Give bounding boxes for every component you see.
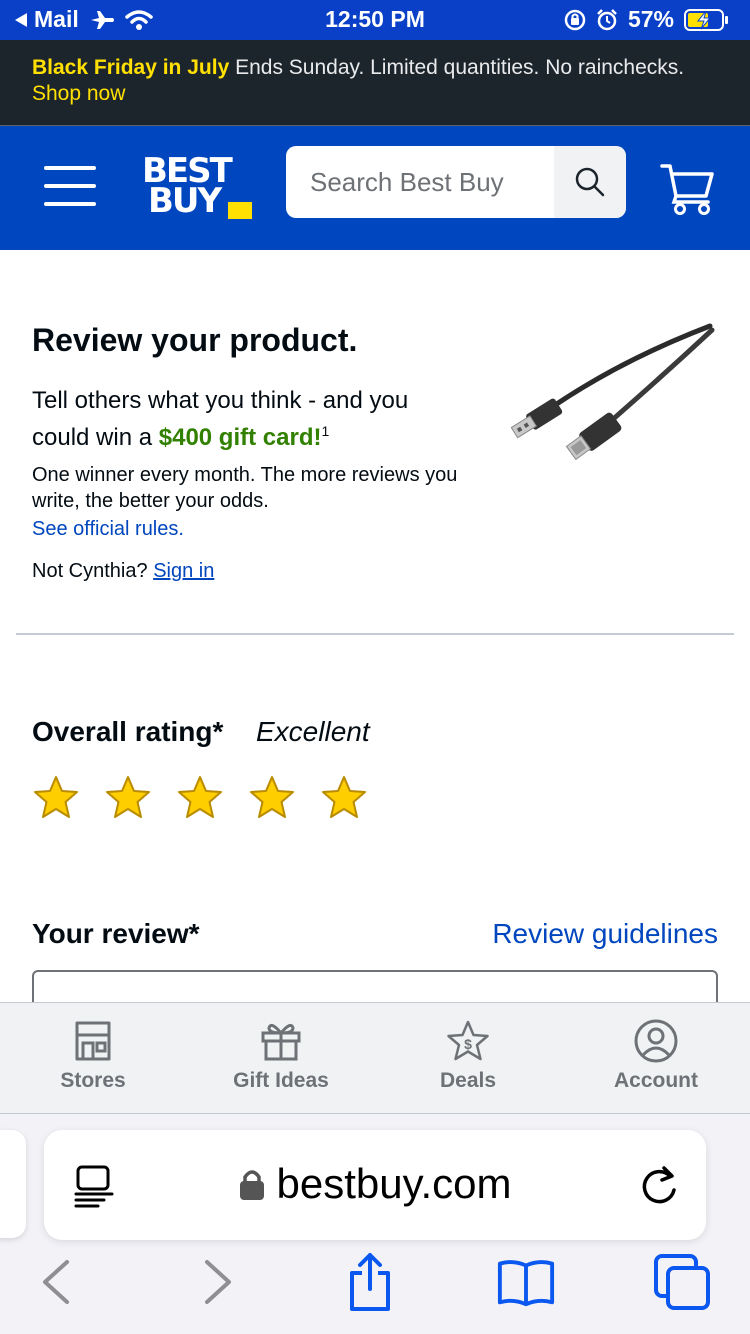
nav-item-stores[interactable]: Stores xyxy=(18,1019,168,1093)
browser-back-button[interactable] xyxy=(26,1252,86,1312)
review-description: Tell others what you think - and you cou… xyxy=(32,386,472,453)
nav-item-account[interactable]: Account xyxy=(581,1019,731,1093)
promo-highlight: Black Friday in July xyxy=(32,56,230,79)
search-input[interactable] xyxy=(286,146,554,218)
gift-icon xyxy=(261,1023,301,1061)
shop-now-link[interactable]: Shop now xyxy=(32,82,125,105)
store-icon xyxy=(75,1021,111,1061)
share-icon xyxy=(350,1253,390,1311)
url-display[interactable]: bestbuy.com xyxy=(44,1160,706,1211)
cart-icon xyxy=(660,164,714,215)
nav-label-gift-ideas: Gift Ideas xyxy=(233,1069,329,1092)
lock-icon xyxy=(239,1170,264,1200)
book-icon xyxy=(497,1260,555,1307)
your-review-label: Your review* xyxy=(32,918,200,949)
gift-card-highlight: $400 gift card! xyxy=(158,424,322,451)
browser-forward-button[interactable] xyxy=(188,1252,248,1312)
star-icon[interactable] xyxy=(32,774,80,822)
menu-icon xyxy=(44,166,96,170)
battery-charging-icon xyxy=(684,8,728,31)
footnote-marker: 1 xyxy=(321,423,330,439)
review-guidelines-link[interactable]: Review guidelines xyxy=(492,918,718,950)
nav-item-gift-ideas[interactable]: Gift Ideas xyxy=(206,1019,356,1093)
reload-icon[interactable] xyxy=(640,1164,680,1208)
alarm-icon xyxy=(597,8,617,30)
best-buy-logo[interactable]: BEST BUY xyxy=(142,154,254,221)
chevron-right-icon xyxy=(205,1260,231,1304)
tabs-button[interactable] xyxy=(652,1252,712,1312)
logo-line2: BUY xyxy=(148,181,222,221)
not-user-line: Not Cynthia? Sign in xyxy=(32,560,214,583)
tabs-icon xyxy=(654,1254,710,1310)
search-box xyxy=(286,146,626,218)
search-icon xyxy=(575,167,605,197)
battery-percent: 57% xyxy=(627,6,674,32)
promo-text: Ends Sunday. Limited quantities. No rain… xyxy=(235,56,685,79)
bottom-nav: Stores Gift Ideas $ Deals Account xyxy=(0,1002,750,1114)
nav-label-stores: Stores xyxy=(60,1069,126,1092)
usb-cable-product-image xyxy=(510,323,715,461)
orientation-lock-icon xyxy=(564,9,586,30)
status-bar: Mail 12:50 PM 57% xyxy=(0,0,750,40)
chevron-left-icon xyxy=(43,1260,69,1304)
address-bar[interactable]: bestbuy.com xyxy=(44,1130,706,1240)
section-divider xyxy=(16,633,734,635)
rating-value-label: Excellent xyxy=(256,716,370,747)
previous-tab-preview[interactable] xyxy=(0,1130,26,1238)
star-icon[interactable] xyxy=(248,774,296,822)
share-button[interactable] xyxy=(340,1252,400,1312)
sign-in-link[interactable]: Sign in xyxy=(153,560,214,582)
deals-star-icon: $ xyxy=(447,1020,489,1061)
main-content: Review your product. Tell others what yo… xyxy=(0,250,750,1002)
account-icon xyxy=(634,1019,678,1063)
url-text: bestbuy.com xyxy=(276,1160,512,1207)
nav-item-deals[interactable]: $ Deals xyxy=(393,1019,543,1093)
star-icon[interactable] xyxy=(176,774,224,822)
not-user-text: Not Cynthia? xyxy=(32,560,148,582)
overall-rating-label: Overall rating* xyxy=(32,716,224,747)
promo-banner: Black Friday in July Ends Sunday. Limite… xyxy=(0,40,750,126)
search-button[interactable] xyxy=(554,146,626,218)
star-icon[interactable] xyxy=(320,774,368,822)
svg-text:$: $ xyxy=(464,1036,472,1052)
star-rating xyxy=(32,774,368,822)
nav-label-deals: Deals xyxy=(439,1069,497,1092)
bookmarks-button[interactable] xyxy=(496,1252,556,1312)
official-rules-link[interactable]: See official rules. xyxy=(32,518,184,541)
nav-label-account: Account xyxy=(614,1069,698,1092)
browser-toolbar: bestbuy.com xyxy=(0,1114,750,1334)
menu-button[interactable] xyxy=(44,166,96,206)
logo-tag-icon xyxy=(228,202,252,219)
review-odds-text: One winner every month. The more reviews… xyxy=(32,464,458,512)
star-icon[interactable] xyxy=(104,774,152,822)
status-right: 57% xyxy=(564,6,730,33)
review-textarea[interactable] xyxy=(32,970,718,1002)
site-header: BEST BUY xyxy=(0,126,750,250)
review-title: Review your product. xyxy=(32,322,358,358)
cart-button[interactable] xyxy=(660,160,716,216)
